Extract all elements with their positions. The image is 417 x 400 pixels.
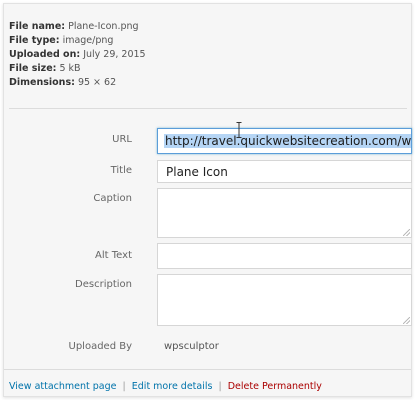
- file-name-label: File name:: [9, 21, 66, 32]
- uploaded-on-label: Uploaded on:: [9, 49, 81, 60]
- edit-details-link[interactable]: Edit more details: [132, 381, 213, 392]
- file-name-row: File name: Plane-Icon.png: [9, 20, 146, 34]
- file-details: File name: Plane-Icon.png File type: ima…: [9, 20, 146, 90]
- uploaded-on-value: July 29, 2015: [83, 49, 146, 60]
- description-field[interactable]: [157, 274, 412, 326]
- alt-text-label: Alt Text: [95, 250, 132, 261]
- separator: |: [218, 381, 222, 392]
- view-attachment-link[interactable]: View attachment page: [9, 381, 117, 392]
- url-label: URL: [112, 134, 132, 145]
- text-cursor-icon: [236, 122, 242, 138]
- actions-divider: [4, 369, 411, 370]
- separator: |: [122, 381, 126, 392]
- file-size-row: File size: 5 kB: [9, 62, 146, 76]
- caption-label: Caption: [93, 193, 132, 204]
- url-value[interactable]: http://travel.quickwebsitecreation.com/w…: [164, 134, 411, 148]
- dimensions-row: Dimensions: 95 × 62: [9, 76, 146, 90]
- file-size-value: 5 kB: [59, 63, 81, 74]
- uploaded-by-label: Uploaded By: [68, 341, 133, 352]
- uploaded-on-row: Uploaded on: July 29, 2015: [9, 48, 146, 62]
- title-field[interactable]: Plane Icon: [157, 160, 412, 183]
- resize-grip-icon[interactable]: [403, 229, 410, 236]
- file-size-label: File size:: [9, 63, 57, 74]
- delete-permanently-link[interactable]: Delete Permanently: [228, 381, 322, 392]
- file-type-label: File type:: [9, 35, 60, 46]
- caption-field[interactable]: [157, 188, 412, 238]
- uploaded-by-value: wpsculptor: [164, 341, 219, 352]
- details-divider: [9, 108, 407, 109]
- attachment-actions: View attachment page | Edit more details…: [9, 381, 322, 392]
- dimensions-value: 95 × 62: [77, 77, 117, 88]
- file-type-value: image/png: [62, 35, 114, 46]
- alt-text-field[interactable]: [157, 243, 412, 269]
- title-label: Title: [110, 165, 132, 176]
- description-label: Description: [75, 279, 132, 290]
- attachment-details-panel: File name: Plane-Icon.png File type: ima…: [3, 3, 412, 397]
- resize-grip-icon[interactable]: [403, 317, 410, 324]
- title-value: Plane Icon: [166, 165, 228, 179]
- file-name-value: Plane-Icon.png: [68, 21, 139, 32]
- file-type-row: File type: image/png: [9, 34, 146, 48]
- url-field[interactable]: http://travel.quickwebsitecreation.com/w…: [157, 128, 412, 154]
- dimensions-label: Dimensions:: [9, 77, 75, 88]
